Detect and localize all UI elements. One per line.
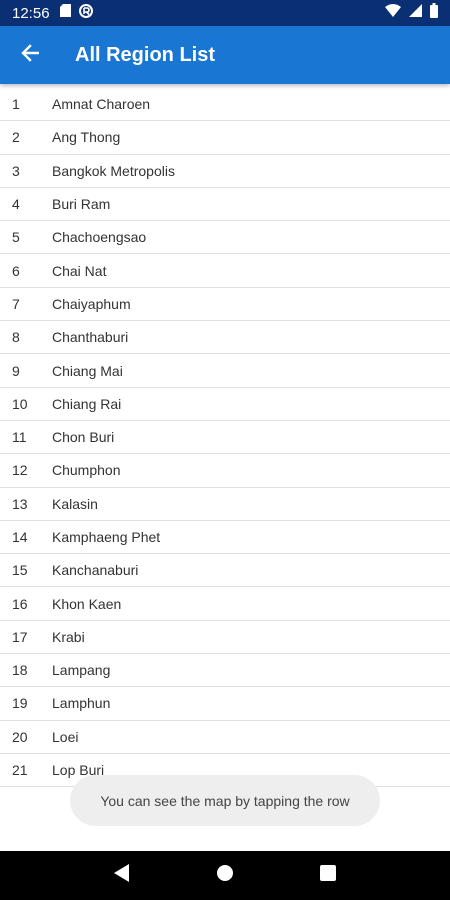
region-number: 16 (12, 595, 28, 612)
status-icons-left (59, 3, 93, 23)
region-number: 11 (12, 429, 27, 446)
app-bar: All Region List (0, 26, 450, 84)
region-name: Chon Buri (52, 429, 115, 446)
vpn-icon (78, 3, 93, 23)
region-number: 4 (12, 196, 20, 213)
back-triangle-icon (113, 864, 130, 887)
region-name: Amnat Charoen (52, 96, 151, 113)
region-row[interactable]: 1 Amnat Charoen (0, 88, 450, 122)
status-icons-right (385, 3, 438, 23)
region-row[interactable]: 6 Chai Nat (0, 254, 450, 288)
region-name: Krabi (52, 628, 85, 645)
region-number: 13 (12, 495, 28, 512)
region-name: Kamphaeng Phet (52, 529, 161, 545)
region-row[interactable]: 20 Loei (0, 721, 450, 754)
toast-message: You can see the map by tapping the row (70, 775, 380, 826)
region-name: Kanchanaburi (52, 562, 139, 579)
system-nav-bar (0, 851, 450, 900)
region-number: 8 (12, 329, 20, 346)
region-row[interactable]: 18 Lampang (0, 654, 450, 688)
region-row[interactable]: 15 Kanchanaburi (0, 554, 450, 588)
back-button[interactable] (0, 26, 60, 84)
sd-card-icon (59, 4, 71, 22)
region-name: Chumphon (52, 462, 121, 479)
region-row[interactable]: 8 Chanthaburi (0, 321, 450, 355)
region-row[interactable]: 16 Khon Kaen (0, 587, 450, 621)
region-row[interactable]: 13 Kalasin (0, 488, 450, 521)
region-number: 6 (12, 262, 20, 279)
region-number: 10 (12, 395, 28, 412)
region-row[interactable]: 4 Buri Ram (0, 188, 450, 222)
region-number: 15 (12, 562, 28, 579)
region-number: 20 (12, 728, 28, 745)
region-row[interactable]: 5 Chachoengsao (0, 221, 450, 255)
nav-recents-button[interactable] (308, 856, 348, 896)
region-name: Khon Kaen (52, 595, 122, 612)
region-row[interactable]: 17 Krabi (0, 621, 450, 655)
region-row[interactable]: 2 Ang Thong (0, 121, 450, 155)
nav-back-button[interactable] (102, 856, 142, 896)
region-name: Bangkok Metropolis (52, 162, 175, 179)
region-number: 5 (12, 229, 20, 246)
status-time: 12:56 (12, 4, 50, 22)
signal-icon (409, 4, 422, 22)
battery-icon (430, 3, 438, 23)
region-name: Lampang (52, 662, 111, 679)
region-row[interactable]: 7 Chaiyaphum (0, 288, 450, 322)
wifi-icon (385, 4, 401, 22)
region-number: 1 (12, 96, 20, 113)
region-number: 19 (12, 695, 28, 712)
toast-text: You can see the map by tapping the row (100, 792, 350, 809)
region-list: 1 Amnat Charoen 2 Ang Thong 3 Bangkok Metropo… (0, 88, 450, 788)
region-name: Chiang Mai (52, 362, 123, 379)
region-name: Chachoengsao (52, 229, 147, 246)
region-number: 9 (12, 362, 20, 379)
region-row[interactable]: 19 Lamphun (0, 687, 450, 721)
arrow-back-icon (21, 43, 40, 67)
region-name: Lamphun (52, 695, 111, 712)
region-number: 21 (12, 762, 28, 779)
region-row[interactable]: 9 Chiang Mai (0, 354, 450, 388)
region-name: Chaiyaphum (52, 295, 131, 312)
region-row[interactable]: 12 Chumphon (0, 454, 450, 488)
status-bar: 12:56 (0, 0, 450, 26)
page-title: All Region List (75, 43, 215, 66)
region-number: 7 (12, 295, 20, 312)
region-name: Chanthaburi (52, 329, 129, 346)
recents-square-icon (320, 865, 337, 886)
region-number: 12 (12, 462, 28, 479)
region-name: Ang Thong (52, 129, 121, 146)
nav-home-button[interactable] (205, 856, 245, 896)
region-row[interactable]: 3 Bangkok Metropolis (0, 155, 450, 188)
region-name: Loei (52, 728, 79, 745)
home-circle-icon (216, 864, 234, 887)
region-row[interactable]: 11 Chon Buri (0, 421, 450, 455)
region-row[interactable]: 10 Chiang Rai (0, 388, 450, 421)
region-number: 2 (12, 129, 20, 146)
region-row[interactable]: 14 Kamphaeng Phet (0, 521, 450, 555)
region-number: 3 (12, 162, 20, 179)
region-name: Chai Nat (52, 262, 107, 279)
region-number: 18 (12, 662, 28, 679)
region-name: Buri Ram (52, 196, 111, 213)
region-number: 14 (12, 529, 28, 545)
region-number: 17 (12, 628, 28, 645)
region-name: Kalasin (52, 495, 98, 512)
region-name: Chiang Rai (52, 395, 122, 412)
